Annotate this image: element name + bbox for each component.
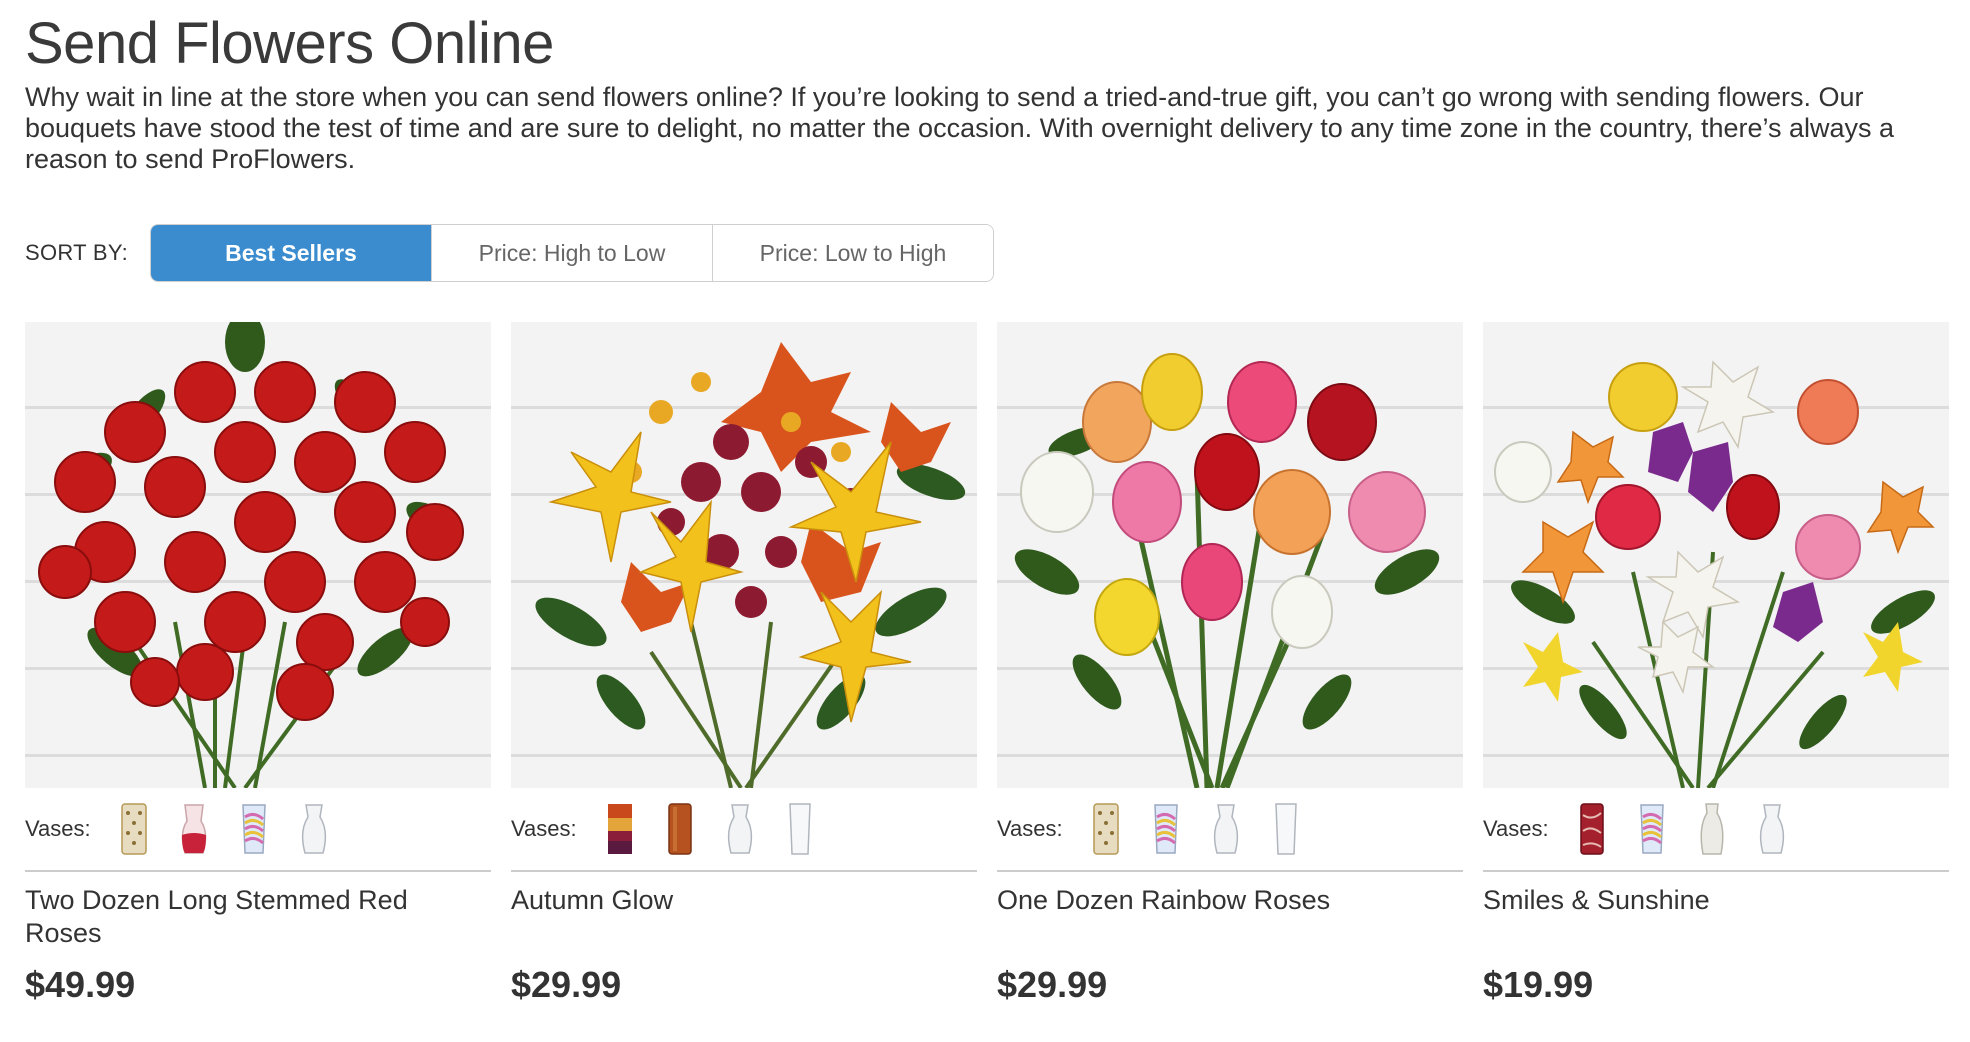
vases-label: Vases: [511, 816, 577, 841]
vases-label: Vases: [25, 816, 91, 841]
clear-glass-vase-icon[interactable] [1757, 801, 1787, 857]
gold-lattice-vase-icon[interactable] [119, 801, 149, 857]
product-price: $19.99 [1483, 964, 1594, 1005]
product-card[interactable]: Vases: Smiles & Sunshine $19.99 [1483, 322, 1949, 1006]
sort-options: Best Sellers Price: High to Low Price: L… [150, 224, 994, 282]
rainbow-vase-icon[interactable] [1151, 801, 1181, 857]
vase-options: Vases: [997, 788, 1463, 872]
sort-best-sellers-button[interactable]: Best Sellers [151, 225, 431, 281]
gold-lattice-vase-icon[interactable] [1091, 801, 1121, 857]
red-marble-vase-icon[interactable] [1577, 801, 1607, 857]
white-ceramic-vase-icon[interactable] [1697, 801, 1727, 857]
clear-glass-vase-icon[interactable] [299, 801, 329, 857]
rainbow-vase-icon[interactable] [239, 801, 269, 857]
product-card[interactable]: Vases: Autumn Glow $29.99 [511, 322, 977, 1006]
vases-label: Vases: [1483, 816, 1549, 841]
vase-options: Vases: [25, 788, 491, 872]
product-card[interactable]: Vases: One Dozen Rainbow Roses $29.99 [997, 322, 1463, 1006]
product-price: $29.99 [511, 964, 622, 1005]
vase-options: Vases: [1483, 788, 1949, 872]
product-price: $29.99 [997, 964, 1108, 1005]
clear-cylinder-vase-icon[interactable] [1271, 801, 1301, 857]
product-card[interactable]: Vases: Two Dozen Long Stemmed Red Roses … [25, 322, 491, 1006]
clear-cylinder-vase-icon[interactable] [785, 801, 815, 857]
product-image-rainbow-roses[interactable] [997, 322, 1463, 788]
sort-bar: SORT BY: Best Sellers Price: High to Low… [25, 224, 994, 282]
vases-label: Vases: [997, 816, 1063, 841]
sort-price-high-low-button[interactable]: Price: High to Low [431, 225, 712, 281]
vase-options: Vases: [511, 788, 977, 872]
product-name[interactable]: One Dozen Rainbow Roses [997, 884, 1463, 950]
rainbow-vase-icon[interactable] [1637, 801, 1667, 857]
product-name[interactable]: Smiles & Sunshine [1483, 884, 1949, 950]
intro-paragraph: Why wait in line at the store when you c… [25, 82, 1895, 174]
product-image-autumn-glow[interactable] [511, 322, 977, 788]
sort-label: SORT BY: [25, 240, 129, 265]
product-name[interactable]: Two Dozen Long Stemmed Red Roses [25, 884, 491, 950]
page-title: Send Flowers Online [25, 11, 554, 76]
product-price: $49.99 [25, 964, 136, 1005]
sunset-stripe-vase-icon[interactable] [605, 801, 635, 857]
clear-glass-vase-icon[interactable] [1211, 801, 1241, 857]
red-ombre-vase-icon[interactable] [179, 801, 209, 857]
clear-glass-vase-icon[interactable] [725, 801, 755, 857]
sort-price-low-high-button[interactable]: Price: Low to High [712, 225, 993, 281]
product-image-smiles-sunshine[interactable] [1483, 322, 1949, 788]
product-name[interactable]: Autumn Glow [511, 884, 977, 950]
amber-cylinder-vase-icon[interactable] [665, 801, 695, 857]
product-image-red-roses[interactable] [25, 322, 491, 788]
product-grid: Vases: Two Dozen Long Stemmed Red Roses … [25, 322, 1949, 1006]
